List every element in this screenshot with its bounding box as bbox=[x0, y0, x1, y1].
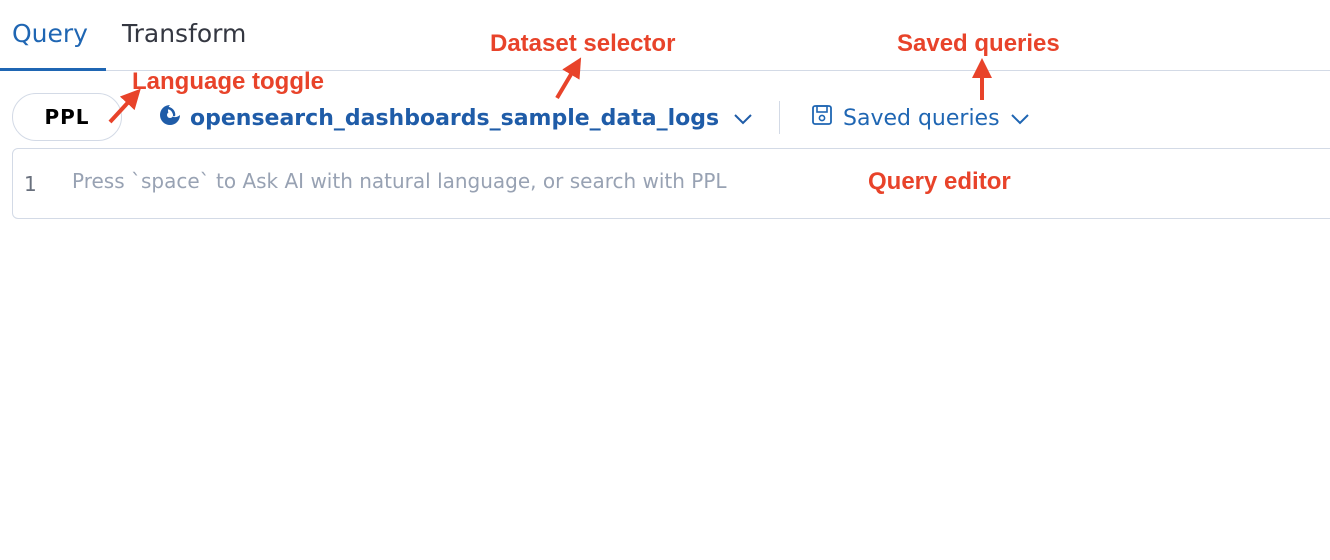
language-toggle-button[interactable]: PPL bbox=[12, 93, 122, 141]
chevron-down-icon bbox=[1010, 106, 1030, 131]
tab-transform[interactable]: Transform bbox=[122, 19, 246, 48]
line-number: 1 bbox=[24, 172, 37, 196]
tab-query[interactable]: Query bbox=[12, 19, 88, 48]
toolbar-divider bbox=[779, 101, 780, 134]
annotation-dataset-selector: Dataset selector bbox=[490, 30, 676, 57]
page: Query Transform PPL opensearch_dashboard… bbox=[0, 0, 1330, 560]
chevron-down-icon bbox=[733, 106, 753, 131]
annotation-saved-queries: Saved queries bbox=[897, 30, 1060, 57]
opensearch-logo-icon bbox=[158, 103, 182, 133]
active-tab-indicator bbox=[0, 68, 106, 71]
dataset-selector-label: opensearch_dashboards_sample_data_logs bbox=[190, 105, 720, 131]
annotation-query-editor: Query editor bbox=[868, 168, 1011, 195]
annotation-language-toggle: Language toggle bbox=[132, 68, 324, 95]
saved-queries-button[interactable]: Saved queries bbox=[811, 101, 1030, 135]
query-editor[interactable]: 1 bbox=[12, 148, 1330, 219]
saved-queries-label: Saved queries bbox=[843, 105, 1000, 131]
save-icon bbox=[811, 104, 833, 132]
dataset-selector[interactable]: opensearch_dashboards_sample_data_logs bbox=[158, 101, 753, 135]
